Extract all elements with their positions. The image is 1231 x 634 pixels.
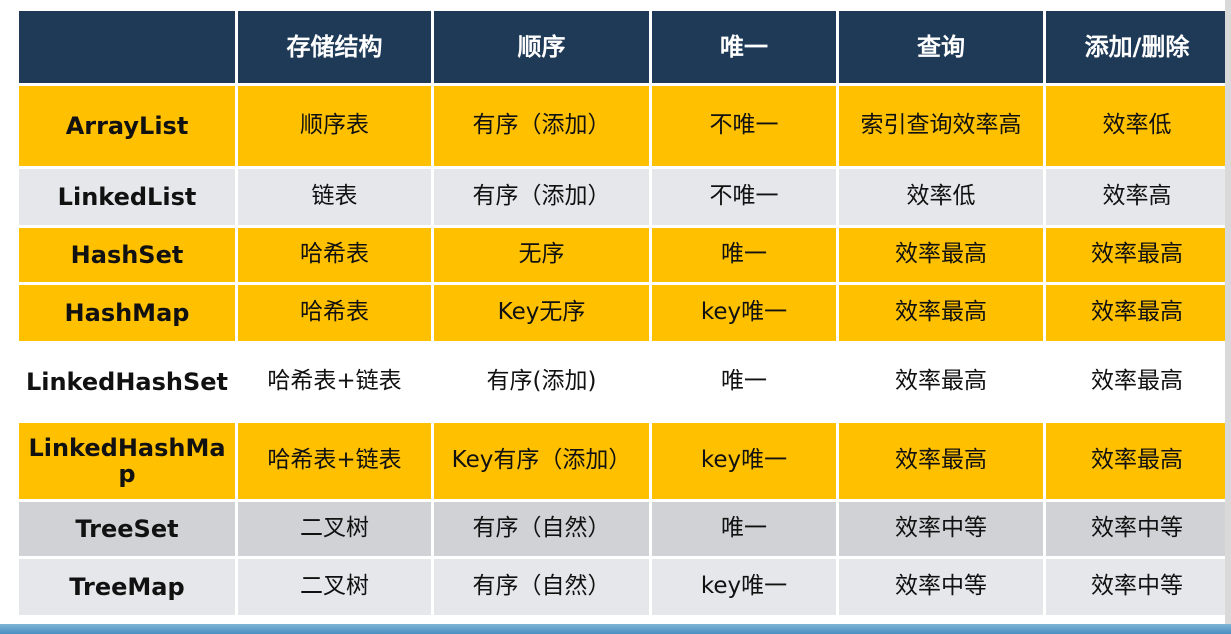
row-name-cell: TreeMap (16, 556, 238, 618)
order-cell: 有序(添加) (431, 341, 652, 423)
table-row: LinkedHashMap 哈希表+链表 Key有序（添加） key唯一 效率最… (16, 420, 1231, 502)
add-delete-cell: 效率最高 (1043, 225, 1231, 285)
query-cell: 效率最高 (836, 225, 1046, 285)
query-cell: 效率最高 (836, 341, 1046, 423)
slide: 存储结构 顺序 唯一 查询 添加/删除 ArrayList 顺序表 有序（添加）… (0, 0, 1231, 634)
uniqueness-cell: key唯一 (649, 420, 839, 502)
table-row: HashSet 哈希表 无序 唯一 效率最高 效率最高 (16, 225, 1231, 285)
collection-comparison-table: 存储结构 顺序 唯一 查询 添加/删除 ArrayList 顺序表 有序（添加）… (16, 8, 1231, 618)
uniqueness-cell: 不唯一 (649, 83, 839, 169)
storage-structure-cell: 二叉树 (235, 499, 434, 559)
header-cell-corner (16, 8, 238, 86)
table-row: TreeMap 二叉树 有序（自然） key唯一 效率中等 效率中等 (16, 556, 1231, 618)
order-cell: 有序（添加） (431, 83, 652, 169)
header-cell-storage-structure: 存储结构 (235, 8, 434, 86)
uniqueness-cell: key唯一 (649, 556, 839, 618)
storage-structure-cell: 链表 (235, 166, 434, 228)
header-cell-query: 查询 (836, 8, 1046, 86)
slide-right-edge (1225, 0, 1231, 634)
header-cell-order: 顺序 (431, 8, 652, 86)
order-cell: 无序 (431, 225, 652, 285)
row-name-cell: LinkedList (16, 166, 238, 228)
uniqueness-cell: 唯一 (649, 341, 839, 423)
table-row: TreeSet 二叉树 有序（自然） 唯一 效率中等 效率中等 (16, 499, 1231, 559)
uniqueness-cell: 不唯一 (649, 166, 839, 228)
storage-structure-cell: 二叉树 (235, 556, 434, 618)
add-delete-cell: 效率最高 (1043, 282, 1231, 344)
query-cell: 效率最高 (836, 282, 1046, 344)
order-cell: 有序（添加） (431, 166, 652, 228)
query-cell: 效率中等 (836, 499, 1046, 559)
add-delete-cell: 效率中等 (1043, 556, 1231, 618)
order-cell: Key无序 (431, 282, 652, 344)
row-name-cell: HashMap (16, 282, 238, 344)
header-cell-uniqueness: 唯一 (649, 8, 839, 86)
table-row: ArrayList 顺序表 有序（添加） 不唯一 索引查询效率高 效率低 (16, 83, 1231, 169)
query-cell: 效率最高 (836, 420, 1046, 502)
header-cell-add-delete: 添加/删除 (1043, 8, 1231, 86)
add-delete-cell: 效率最高 (1043, 420, 1231, 502)
row-name-cell: TreeSet (16, 499, 238, 559)
storage-structure-cell: 哈希表+链表 (235, 341, 434, 423)
add-delete-cell: 效率最高 (1043, 341, 1231, 423)
uniqueness-cell: key唯一 (649, 282, 839, 344)
row-name-cell: LinkedHashMap (16, 420, 238, 502)
storage-structure-cell: 哈希表+链表 (235, 420, 434, 502)
table-row: LinkedList 链表 有序（添加） 不唯一 效率低 效率高 (16, 166, 1231, 228)
slide-bottom-band (0, 624, 1231, 634)
order-cell: 有序（自然） (431, 499, 652, 559)
storage-structure-cell: 顺序表 (235, 83, 434, 169)
order-cell: Key有序（添加） (431, 420, 652, 502)
order-cell: 有序（自然） (431, 556, 652, 618)
add-delete-cell: 效率中等 (1043, 499, 1231, 559)
add-delete-cell: 效率高 (1043, 166, 1231, 228)
table-row: HashMap 哈希表 Key无序 key唯一 效率最高 效率最高 (16, 282, 1231, 344)
row-name-cell: LinkedHashSet (16, 341, 238, 423)
storage-structure-cell: 哈希表 (235, 282, 434, 344)
table-row: LinkedHashSet 哈希表+链表 有序(添加) 唯一 效率最高 效率最高 (16, 341, 1231, 423)
query-cell: 索引查询效率高 (836, 83, 1046, 169)
uniqueness-cell: 唯一 (649, 225, 839, 285)
query-cell: 效率中等 (836, 556, 1046, 618)
add-delete-cell: 效率低 (1043, 83, 1231, 169)
storage-structure-cell: 哈希表 (235, 225, 434, 285)
query-cell: 效率低 (836, 166, 1046, 228)
row-name-cell: HashSet (16, 225, 238, 285)
uniqueness-cell: 唯一 (649, 499, 839, 559)
row-name-cell: ArrayList (16, 83, 238, 169)
header-row: 存储结构 顺序 唯一 查询 添加/删除 (16, 8, 1231, 86)
